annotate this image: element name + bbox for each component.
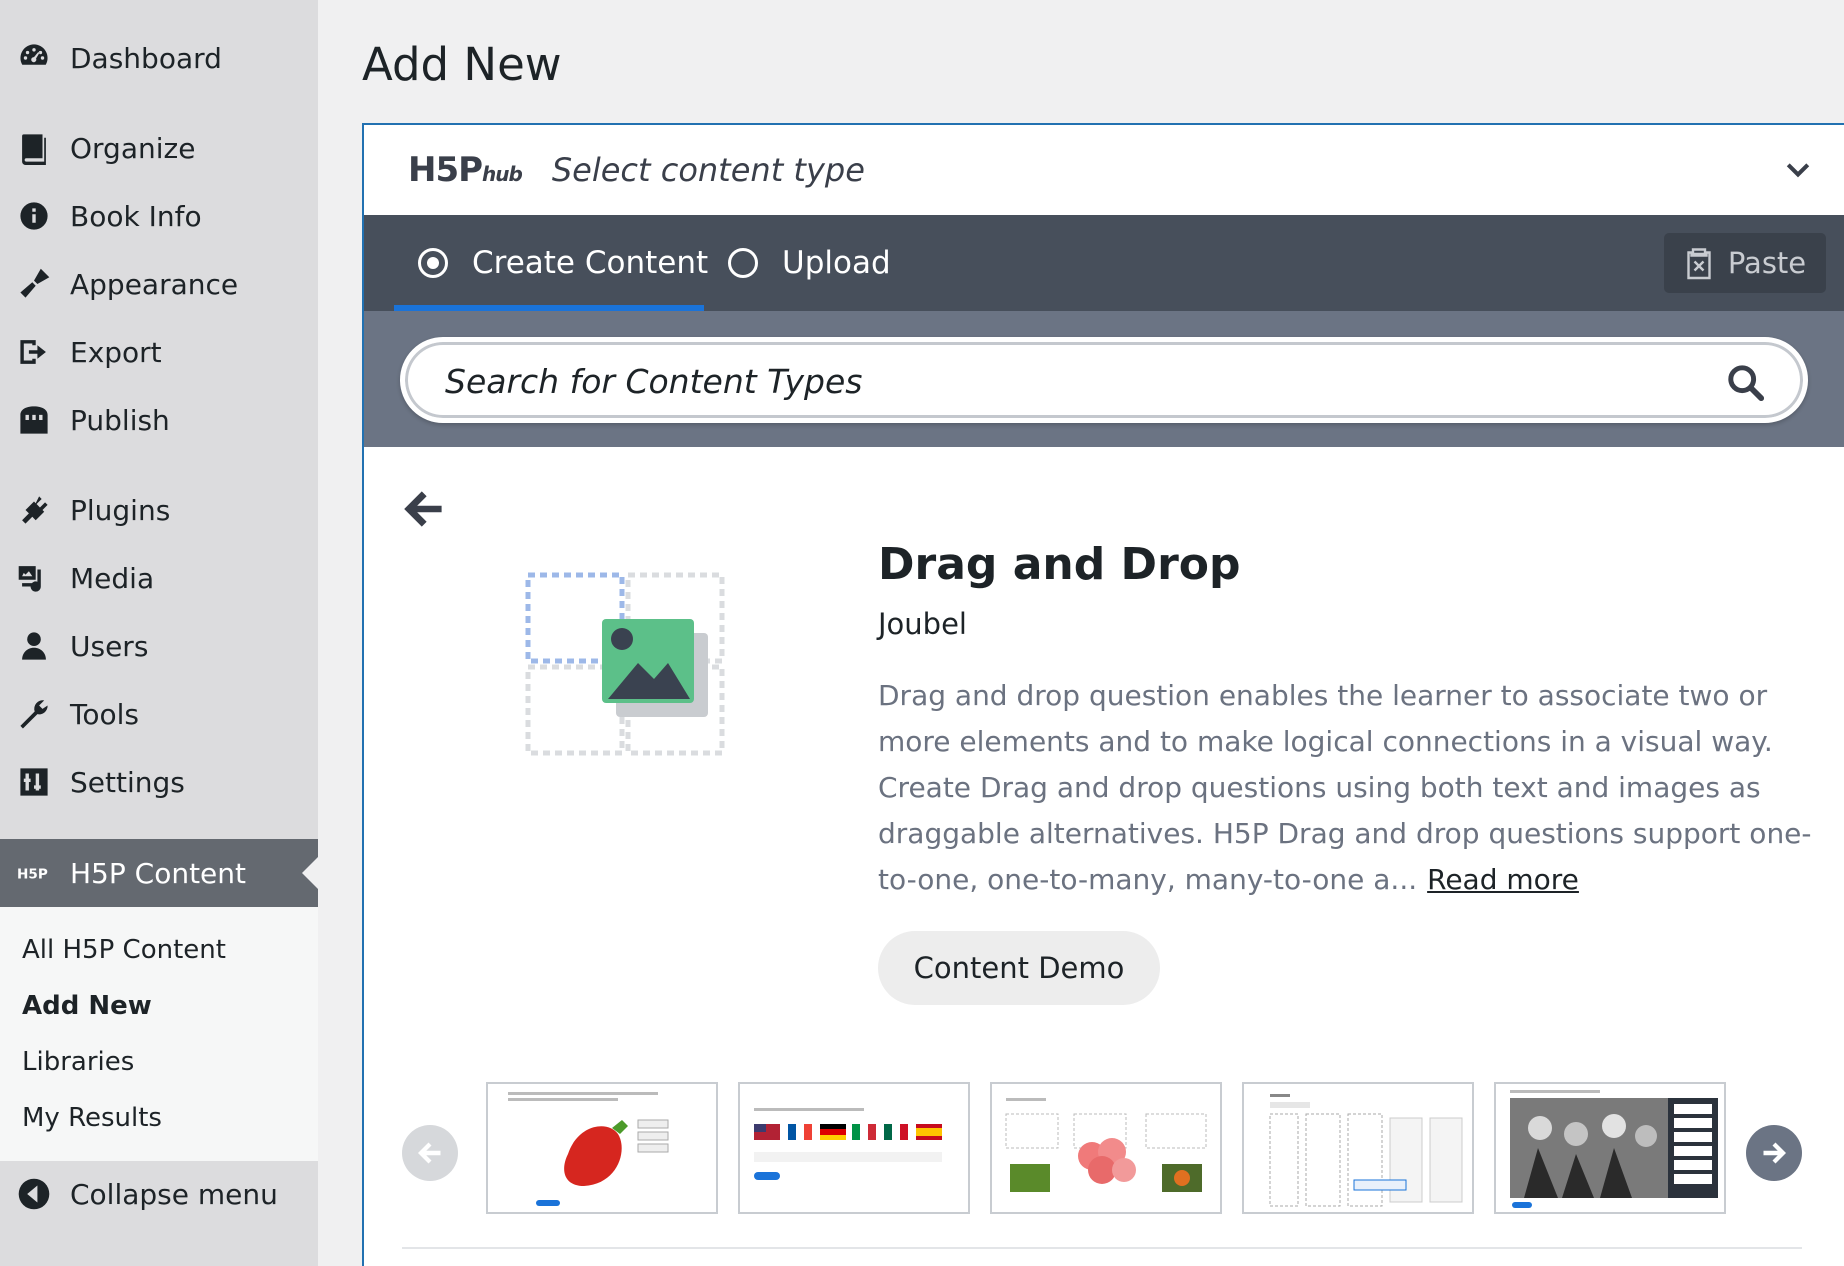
radio-unchecked-icon (728, 248, 758, 278)
search-icon[interactable] (1727, 364, 1765, 402)
brush-icon (16, 266, 52, 302)
dashboard-icon (16, 40, 52, 76)
sidebar-item-label: Media (70, 561, 155, 595)
export-icon (16, 334, 52, 370)
logo-sub-text: hub (482, 162, 523, 186)
paste-button[interactable]: Paste (1664, 233, 1826, 293)
sidebar-item-label: Dashboard (70, 41, 222, 75)
collapse-label: Collapse menu (70, 1177, 278, 1211)
submenu-libraries[interactable]: Libraries (22, 1047, 134, 1077)
carousel-next-button[interactable] (1746, 1125, 1802, 1181)
page-title: Add New (362, 38, 562, 91)
admin-sidebar: Dashboard Organize Book Info Appearance … (0, 0, 318, 1266)
tab-label: Create Content (472, 245, 709, 281)
drag-and-drop-type-icon (525, 572, 725, 756)
sidebar-item-label: Book Info (70, 199, 202, 233)
svg-text:H5P: H5P (17, 867, 48, 883)
screenshot-thumbnail[interactable] (990, 1082, 1222, 1214)
sidebar-item-label: Tools (70, 697, 139, 731)
tab-create-content[interactable]: Create Content (418, 215, 708, 311)
screenshot-thumbnail[interactable] (1494, 1082, 1726, 1214)
collapse-icon (16, 1176, 52, 1212)
sidebar-item-label: Organize (70, 131, 196, 165)
thumbnail-image-fruits (1005, 1098, 1207, 1192)
sidebar-item-label: Plugins (70, 493, 171, 527)
plug-icon (16, 492, 52, 528)
back-arrow-icon[interactable] (402, 487, 446, 531)
thumbnail-image-photo (1510, 1090, 1718, 1208)
sidebar-item-label: Export (70, 335, 162, 369)
screenshot-thumbnail[interactable] (738, 1082, 970, 1214)
sidebar-item-settings[interactable]: Settings (0, 754, 318, 810)
h5p-submenu: All H5P Content Add New Libraries My Res… (0, 907, 318, 1161)
hub-header[interactable]: H5Phub Select content type (364, 125, 1844, 215)
thumbnail-image-strawberry (508, 1092, 669, 1206)
sidebar-item-book-info[interactable]: Book Info (0, 188, 318, 244)
submenu-add-new[interactable]: Add New (22, 991, 152, 1021)
sidebar-item-label: Users (70, 629, 149, 663)
arrow-right-icon (1763, 1142, 1786, 1164)
content-type-title: Drag and Drop (878, 539, 1241, 590)
content-type-owner: Joubel (878, 607, 967, 641)
chevron-down-icon[interactable] (1782, 155, 1814, 187)
sidebar-item-dashboard[interactable]: Dashboard (0, 30, 318, 86)
sidebar-item-label: Appearance (70, 267, 239, 301)
screenshot-thumbnail[interactable] (486, 1082, 718, 1214)
radio-checked-icon (418, 248, 448, 278)
content-type-description: Drag and drop question enables the learn… (878, 673, 1818, 903)
section-divider (402, 1247, 1802, 1249)
collapse-menu-button[interactable]: Collapse menu (0, 1164, 318, 1224)
user-icon (16, 628, 52, 664)
book-icon (16, 130, 52, 166)
sidebar-item-label: Settings (70, 765, 185, 799)
arrow-left-icon (418, 1142, 441, 1164)
sidebar-item-plugins[interactable]: Plugins (0, 482, 318, 538)
submenu-my-results[interactable]: My Results (22, 1103, 162, 1133)
paste-label: Paste (1727, 246, 1807, 280)
h5p-icon: H5P (16, 855, 52, 891)
select-content-type-label: Select content type (551, 151, 865, 189)
sidebar-item-export[interactable]: Export (0, 324, 318, 380)
thumbnail-image-flags (754, 1108, 942, 1180)
logo-main-text: H5P (408, 150, 483, 190)
content-demo-button[interactable]: Content Demo (878, 931, 1160, 1005)
submenu-all-h5p-content[interactable]: All H5P Content (22, 935, 226, 965)
hub-tabbar: Create Content Upload Paste (364, 215, 1844, 311)
clipboard-icon (1687, 248, 1711, 280)
store-icon (16, 402, 52, 438)
carousel-prev-button[interactable] (402, 1125, 458, 1181)
sliders-icon (16, 764, 52, 800)
h5p-hub-logo: H5Phub (408, 150, 523, 190)
info-icon (16, 198, 52, 234)
read-more-link[interactable]: Read more (1427, 863, 1579, 896)
sidebar-item-label: H5P Content (70, 856, 247, 890)
h5p-hub: H5Phub Select content type Create Conten… (362, 123, 1844, 1266)
tab-label: Upload (782, 245, 891, 281)
search-bar (364, 311, 1844, 447)
thumbnail-image-word-table (1269, 1094, 1463, 1207)
description-text: Drag and drop question enables the learn… (878, 679, 1812, 896)
sidebar-item-label: Publish (70, 403, 170, 437)
sidebar-item-h5p-content[interactable]: H5P H5P Content (0, 839, 318, 907)
active-indicator (302, 857, 318, 889)
sidebar-item-organize[interactable]: Organize (0, 120, 318, 176)
screenshot-thumbnail[interactable] (1242, 1082, 1474, 1214)
search-field (400, 337, 1808, 423)
sidebar-item-tools[interactable]: Tools (0, 686, 318, 742)
search-input[interactable] (445, 356, 1685, 406)
sidebar-item-publish[interactable]: Publish (0, 392, 318, 448)
wrench-icon (16, 696, 52, 732)
sidebar-item-users[interactable]: Users (0, 618, 318, 674)
media-icon (16, 560, 52, 596)
sidebar-item-appearance[interactable]: Appearance (0, 256, 318, 312)
tab-upload[interactable]: Upload (728, 215, 891, 311)
sidebar-item-media[interactable]: Media (0, 550, 318, 606)
